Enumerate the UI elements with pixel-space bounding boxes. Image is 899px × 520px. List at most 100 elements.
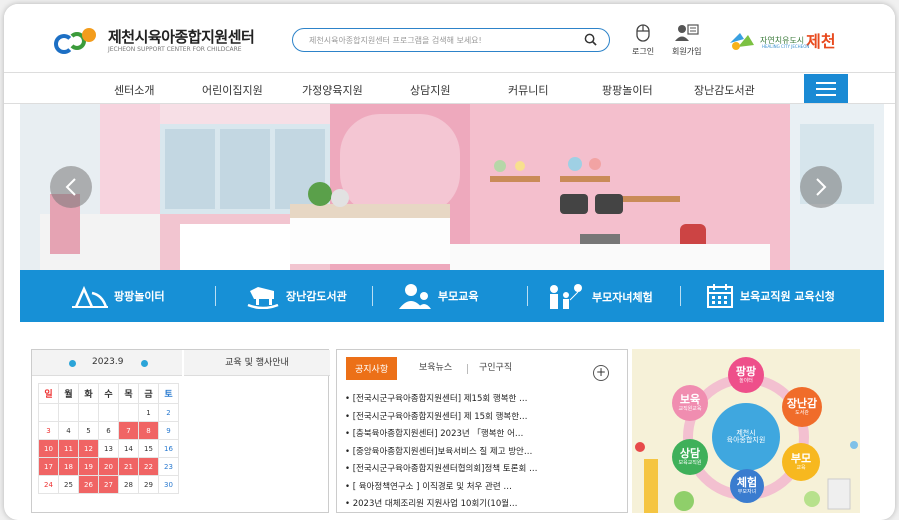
slide-icon xyxy=(72,285,108,308)
city-logo[interactable]: 자연치유도시 제천 HEALING CITY JECHEON xyxy=(728,28,836,52)
calendar-day[interactable]: 28 xyxy=(118,475,139,494)
calendar-day[interactable]: 20 xyxy=(98,457,119,476)
event-calendar: 2023.9 교육 및 행사안내 일 월 화 수 목 금 토 1 2 3 4 5 6 7 8 9 10 11 12 1… xyxy=(31,349,330,513)
calendar-day xyxy=(98,403,119,422)
calendar-day[interactable]: 6 xyxy=(98,421,119,440)
nav-item-daycare-support[interactable]: 어린이집지원 xyxy=(202,82,263,98)
city-subtitle: HEALING CITY JECHEON xyxy=(762,44,810,49)
next-month-button[interactable] xyxy=(141,360,148,367)
notice-item[interactable]: • [전국시군구육아종합지원센터] 제15회 행복한 … xyxy=(345,392,625,410)
notice-board: 공지사항 보육뉴스 구인구직 + • [전국시군구육아종합지원센터] 제15회 … xyxy=(336,349,628,513)
promo-bubble-experience: 체험 부모자녀 xyxy=(730,469,764,503)
notice-item[interactable]: • [ 육아정책연구소 ] 이직경로 및 처우 관련 … xyxy=(345,480,625,498)
notice-item[interactable]: • [전국시군구육아종합지원센터협의회]정책 토론회 … xyxy=(345,462,625,480)
calendar-day[interactable]: 4 xyxy=(58,421,79,440)
calendar-day[interactable]: 10 xyxy=(38,439,59,458)
calendar-day[interactable]: 8 xyxy=(138,421,159,440)
signup-button[interactable]: 회원가입 xyxy=(672,23,701,57)
notice-item[interactable]: • [전국시군구육아종합지원센터] 제 15회 행복한… xyxy=(345,410,625,428)
nav-item-counseling[interactable]: 상담지원 xyxy=(410,82,450,98)
calendar-day[interactable]: 1 xyxy=(138,403,159,422)
calendar-day[interactable]: 3 xyxy=(38,421,59,440)
calendar-day[interactable]: 9 xyxy=(158,421,179,440)
calendar-day[interactable]: 12 xyxy=(78,439,99,458)
notice-list: • [전국시군구육아종합지원센터] 제15회 행복한 … • [전국시군구육아종합… xyxy=(345,392,625,515)
nav-item-playground[interactable]: 팡팡놀이터 xyxy=(602,82,653,98)
calendar-title[interactable]: 교육 및 행사안내 xyxy=(184,350,330,376)
tab-notice[interactable]: 공지사항 xyxy=(346,357,398,380)
calendar-day xyxy=(38,403,59,422)
chevron-right-icon xyxy=(816,178,827,196)
calendar-grid: 일 월 화 수 목 금 토 1 2 3 4 5 6 7 8 9 10 11 12 13 14 15 16 17 18 19 20 21… xyxy=(38,383,179,494)
tab-childcare-news[interactable]: 보육뉴스 xyxy=(419,360,452,373)
calendar-weekday: 토 xyxy=(158,383,179,404)
slider-next-button[interactable] xyxy=(800,166,842,208)
quick-label: 장난감도서관 xyxy=(286,290,347,303)
calendar-day[interactable]: 13 xyxy=(98,439,119,458)
hero-slider xyxy=(20,104,884,270)
mouse-icon xyxy=(636,24,650,42)
quick-item-toy-library[interactable]: 장난감도서관 xyxy=(246,283,347,309)
browser-frame: 제천시육아종합지원센터 JECHEON SUPPORT CENTER FOR C… xyxy=(4,4,895,520)
search-box xyxy=(292,28,610,52)
more-plus-button[interactable]: + xyxy=(593,365,609,381)
menu-hamburger-button[interactable] xyxy=(804,74,848,103)
calendar-day[interactable]: 16 xyxy=(158,439,179,458)
calendar-day xyxy=(118,403,139,422)
quick-item-playground[interactable]: 팡팡놀이터 xyxy=(72,283,165,309)
calendar-day[interactable]: 25 xyxy=(58,475,79,494)
nav-item-home-parenting[interactable]: 가정양육지원 xyxy=(302,82,363,98)
calendar-day[interactable]: 5 xyxy=(78,421,99,440)
promo-bubble-playground: 팡팡 놀이터 xyxy=(728,357,764,393)
calendar-day[interactable]: 26 xyxy=(78,475,99,494)
user-card-icon xyxy=(674,24,699,41)
city-mark-icon xyxy=(728,29,756,51)
signup-label: 회원가입 xyxy=(672,47,702,56)
search-icon[interactable] xyxy=(584,33,597,46)
nav-item-center-intro[interactable]: 센터소개 xyxy=(114,82,154,98)
calendar-day[interactable]: 7 xyxy=(118,421,139,440)
calendar-weekday: 금 xyxy=(138,383,159,404)
nav-item-toy-library[interactable]: 장난감도서관 xyxy=(694,82,755,98)
quick-item-parent-education[interactable]: 부모교육 xyxy=(398,283,478,309)
calendar-month: 2023.9 xyxy=(92,357,124,367)
calendar-day[interactable]: 18 xyxy=(58,457,79,476)
calendar-day[interactable]: 14 xyxy=(118,439,139,458)
calendar-day[interactable]: 27 xyxy=(98,475,119,494)
calendar-day[interactable]: 11 xyxy=(58,439,79,458)
rocking-horse-icon xyxy=(247,287,279,309)
calendar-day xyxy=(58,403,79,422)
calendar-day[interactable]: 24 xyxy=(38,475,59,494)
tab-job-board[interactable]: 구인구직 xyxy=(479,360,512,373)
slider-prev-button[interactable] xyxy=(50,166,92,208)
calendar-day[interactable]: 23 xyxy=(158,457,179,476)
calendar-weekday: 목 xyxy=(118,383,139,404)
search-input[interactable] xyxy=(309,33,569,47)
quick-item-family-experience[interactable]: 부모자녀체험 xyxy=(546,283,653,311)
calendar-day[interactable]: 29 xyxy=(138,475,159,494)
notice-item[interactable]: • 2023년 대체조리원 지원사업 10회기(10월… xyxy=(345,497,625,515)
prev-month-button[interactable] xyxy=(69,360,76,367)
calendar-icon xyxy=(707,284,733,308)
calendar-day[interactable]: 19 xyxy=(78,457,99,476)
calendar-day[interactable]: 17 xyxy=(38,457,59,476)
calendar-day[interactable]: 2 xyxy=(158,403,179,422)
promo-banner[interactable]: 제천시 육아종합지원 팡팡 놀이터 장난감 도서관 부모 교육 체험 부모자녀 상담 보육… xyxy=(632,349,860,513)
calendar-weekday: 월 xyxy=(58,383,79,404)
logo-mark-icon xyxy=(54,26,102,56)
notice-item[interactable]: • [충북육아종합지원센터] 2023년 「행복한 어… xyxy=(345,427,625,445)
calendar-day[interactable]: 30 xyxy=(158,475,179,494)
site-header: 제천시육아종합지원센터 JECHEON SUPPORT CENTER FOR C… xyxy=(4,4,895,72)
calendar-day[interactable]: 21 xyxy=(118,457,139,476)
promo-bubble-counseling: 상담 보육교직원 xyxy=(672,439,708,475)
calendar-weekday: 수 xyxy=(98,383,119,404)
calendar-day[interactable]: 22 xyxy=(138,457,159,476)
site-logo[interactable]: 제천시육아종합지원센터 JECHEON SUPPORT CENTER FOR C… xyxy=(54,26,255,56)
login-button[interactable]: 로그인 xyxy=(632,23,654,57)
calendar-weekday: 화 xyxy=(78,383,99,404)
notice-item[interactable]: • [중앙육아종합지원센터]보육서비스 질 제고 방안… xyxy=(345,445,625,463)
quick-label: 부모자녀체험 xyxy=(592,291,653,304)
quick-item-staff-training[interactable]: 보육교직원 교육신청 xyxy=(706,283,835,309)
nav-item-community[interactable]: 커뮤니티 xyxy=(508,82,548,98)
calendar-day[interactable]: 15 xyxy=(138,439,159,458)
